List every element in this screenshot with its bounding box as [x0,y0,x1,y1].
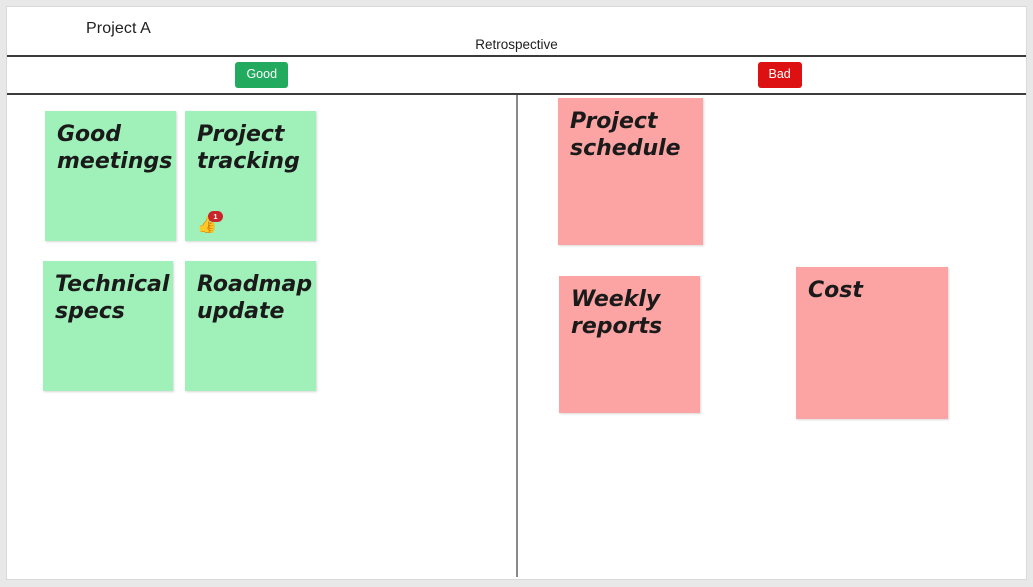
lane-bad: Project schedule Weekly reports Cost [519,95,1026,577]
lane-good: Good meetings Project tracking 👍 1 Techn… [7,95,517,577]
status-badge-bad[interactable]: Bad [757,62,802,88]
status-badge-good[interactable]: Good [235,62,289,88]
page-title: Project A [86,20,151,37]
column-header-bad: Bad [517,57,1027,93]
retrospective-board: Project A Retrospective Good Bad Good me… [6,6,1027,580]
sticky-note[interactable]: Project schedule [558,98,703,245]
sticky-note[interactable]: Cost [796,267,948,419]
sticky-note-text: Weekly reports [571,287,663,339]
sticky-note-text: Project tracking [197,122,300,174]
sticky-note[interactable]: Weekly reports [559,276,700,413]
column-header-strip: Good Bad [7,57,1026,95]
sticky-note-text: Cost [808,278,863,303]
sticky-note-text: Roadmap update [197,272,313,324]
sticky-note-text: Technical specs [55,272,170,324]
sticky-note-text: Project schedule [570,109,681,161]
sticky-note[interactable]: Good meetings [45,111,176,241]
board-subtitle: Retrospective [475,37,558,52]
sticky-note-text: Good meetings [57,122,173,174]
sticky-note[interactable]: Roadmap update [185,261,316,391]
sticky-note[interactable]: Technical specs [43,261,173,391]
reaction-count-badge: 1 [208,211,223,222]
board-header: Project A Retrospective [7,7,1026,57]
reaction-chip[interactable]: 👍 1 [197,211,223,233]
column-header-good: Good [7,57,517,93]
board-lanes: Good meetings Project tracking 👍 1 Techn… [7,95,1026,577]
sticky-note[interactable]: Project tracking 👍 1 [185,111,316,241]
